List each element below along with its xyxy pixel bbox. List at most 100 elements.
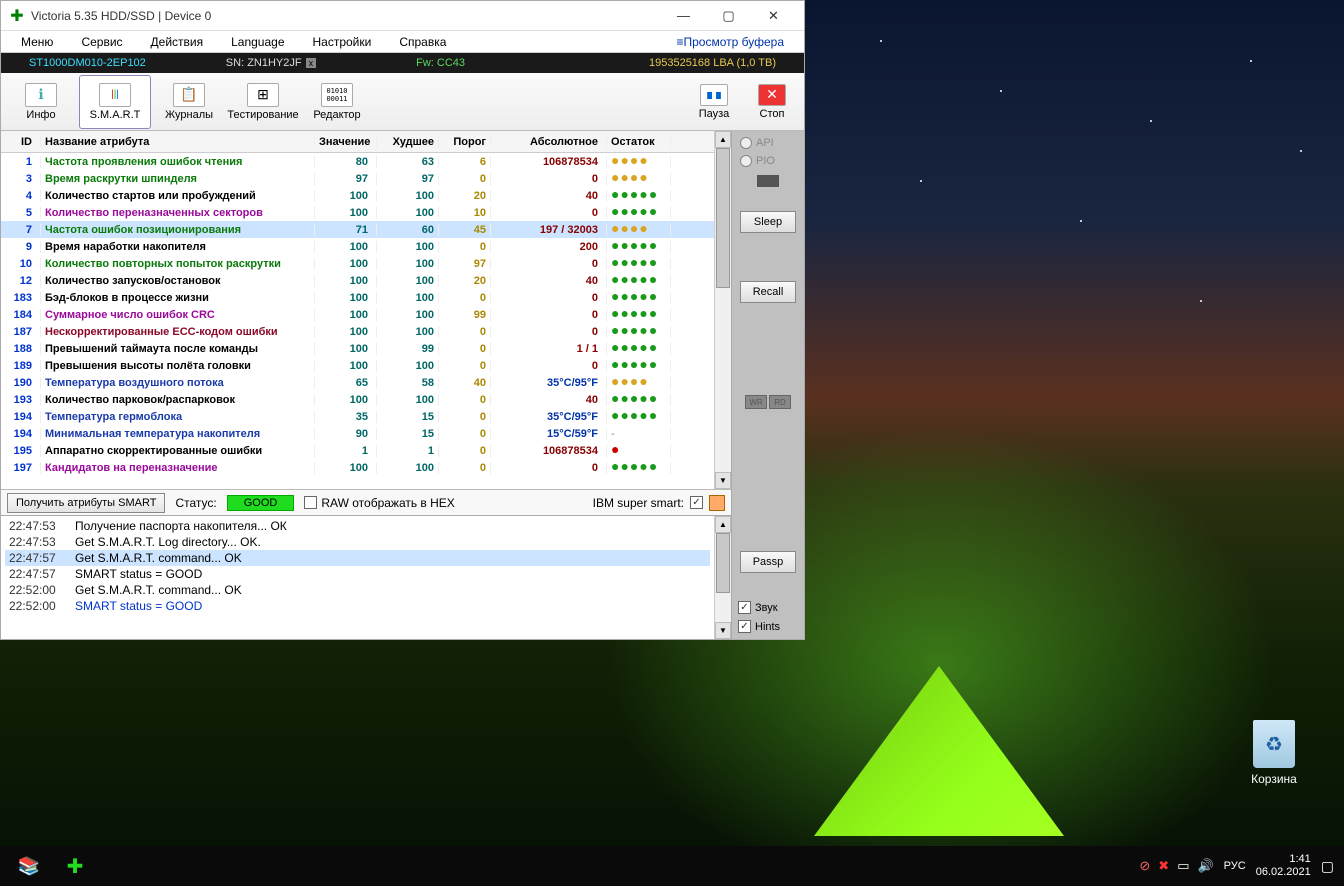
get-smart-button[interactable]: Получить атрибуты SMART [7, 493, 165, 513]
clock-date: 06.02.2021 [1256, 866, 1311, 879]
table-row[interactable]: 187Нескорректированные ECC-кодом ошибки1… [1, 323, 714, 340]
menu-service[interactable]: Сервис [67, 35, 136, 49]
table-row[interactable]: 5Количество переназначенных секторов1001… [1, 204, 714, 221]
table-row[interactable]: 10Количество повторных попыток раскрутки… [1, 255, 714, 272]
pause-button[interactable]: ∎∎ Пауза [686, 75, 742, 129]
stop-icon: ✕ [758, 84, 786, 106]
taskbar[interactable]: 📚 ✚ ⊘ ✖ ▭ 🔊 РУС 1:41 06.02.2021 ▢ [0, 846, 1344, 886]
window-title: Victoria 5.35 HDD/SSD | Device 0 [31, 9, 661, 23]
col-worst-header[interactable]: Худшее [377, 136, 439, 148]
ibm-color-box[interactable] [709, 495, 725, 511]
tab-journals[interactable]: 📋 Журналы [153, 75, 225, 129]
table-row[interactable]: 184Суммарное число ошибок CRC100100990●●… [1, 306, 714, 323]
menu-actions[interactable]: Действия [137, 35, 218, 49]
col-thresh-header[interactable]: Порог [439, 136, 491, 148]
clock-time: 1:41 [1256, 853, 1311, 866]
table-row[interactable]: 197Кандидатов на переназначение10010000●… [1, 459, 714, 476]
pio-radio[interactable]: PIO [736, 155, 800, 167]
menu-help[interactable]: Справка [385, 35, 460, 49]
table-row[interactable]: 3Время раскрутки шпинделя979700●●●● [1, 170, 714, 187]
activity-led [757, 175, 779, 187]
recycle-label: Корзина [1239, 772, 1309, 786]
maximize-button[interactable]: ▢ [706, 2, 751, 30]
recall-button[interactable]: Recall [740, 281, 796, 303]
wr-led: WR [745, 395, 767, 409]
stop-button[interactable]: ✕ Стоп [744, 75, 800, 129]
table-row[interactable]: 12Количество запусков/остановок100100204… [1, 272, 714, 289]
status-bar: Получить атрибуты SMART Статус: GOOD RAW… [1, 489, 731, 515]
col-health-header[interactable]: Остаток [607, 136, 671, 148]
table-row[interactable]: 194Температура гермоблока3515035°C/95°F●… [1, 408, 714, 425]
log-row[interactable]: 22:52:00Get S.M.A.R.T. command... OK [5, 582, 710, 598]
table-row[interactable]: 4Количество стартов или пробуждений10010… [1, 187, 714, 204]
ibm-checkbox[interactable]: ✓ [690, 496, 703, 509]
table-row[interactable]: 7Частота ошибок позиционирования71604519… [1, 221, 714, 238]
log-scroll-down-icon[interactable]: ▼ [715, 622, 731, 639]
close-button[interactable]: ✕ [751, 2, 796, 30]
titlebar[interactable]: ✚ Victoria 5.35 HDD/SSD | Device 0 — ▢ ✕ [1, 1, 804, 31]
table-row[interactable]: 1Частота проявления ошибок чтения8063610… [1, 153, 714, 170]
table-scrollbar[interactable]: ▲ ▼ [714, 131, 731, 489]
tray-network-icon[interactable]: ▭ [1177, 858, 1189, 874]
log-scroll-up-icon[interactable]: ▲ [715, 516, 731, 533]
log-row[interactable]: 22:47:53Получение паспорта накопителя...… [5, 518, 710, 534]
minimize-button[interactable]: — [661, 2, 706, 30]
table-row[interactable]: 190Температура воздушного потока65584035… [1, 374, 714, 391]
log-row[interactable]: 22:47:53Get S.M.A.R.T. Log directory... … [5, 534, 710, 550]
smart-table: ID Название атрибута Значение Худшее Пор… [1, 131, 714, 489]
table-row[interactable]: 193Количество парковок/распарковок100100… [1, 391, 714, 408]
recycle-bin[interactable]: ♻ Корзина [1239, 720, 1309, 786]
notifications-icon[interactable]: ▢ [1321, 858, 1334, 875]
device-model: ST1000DM010-2EP102 [9, 57, 166, 69]
menu-settings[interactable]: Настройки [299, 35, 386, 49]
log-row[interactable]: 22:47:57SMART status = GOOD [5, 566, 710, 582]
menu-buffer-view[interactable]: ≡ Просмотр буфера [662, 35, 798, 49]
col-name-header[interactable]: Название атрибута [41, 136, 315, 148]
hex-checkbox[interactable] [304, 496, 317, 509]
scroll-down-icon[interactable]: ▼ [715, 472, 731, 489]
tab-info[interactable]: ℹ Инфо [5, 75, 77, 129]
table-row[interactable]: 183Бэд-блоков в процессе жизни10010000●●… [1, 289, 714, 306]
tab-editor[interactable]: 0101000011 Редактор [301, 75, 373, 129]
hex-label: RAW отображать в HEX [321, 496, 454, 510]
table-row[interactable]: 188Превышений таймаута после команды1009… [1, 340, 714, 357]
device-firmware: Fw: CC43 [356, 57, 505, 69]
col-id-header[interactable]: ID [1, 136, 41, 148]
scroll-thumb[interactable] [716, 148, 730, 288]
toolbar: ℹ Инфо ||| S.M.A.R.T 📋 Журналы ⊞ Тестиро… [1, 73, 804, 131]
log-row[interactable]: 22:52:00SMART status = GOOD [5, 598, 710, 614]
tab-test[interactable]: ⊞ Тестирование [227, 75, 299, 129]
side-panel: API PIO Sleep Recall WR RD Passp ✓Звук ✓… [732, 131, 804, 639]
recycle-icon: ♻ [1253, 720, 1295, 768]
table-row[interactable]: 194Минимальная температура накопителя901… [1, 425, 714, 442]
taskbar-clock[interactable]: 1:41 06.02.2021 [1256, 853, 1311, 879]
tray-icon-2[interactable]: ✖ [1158, 858, 1169, 874]
tab-smart[interactable]: ||| S.M.A.R.T [79, 75, 151, 129]
taskbar-app-victoria[interactable]: ✚ [56, 847, 94, 885]
tray-icon-1[interactable]: ⊘ [1139, 858, 1150, 874]
passp-button[interactable]: Passp [740, 551, 796, 573]
menu-language[interactable]: Language [217, 35, 298, 49]
table-row[interactable]: 9Время наработки накопителя1001000200●●●… [1, 238, 714, 255]
table-row[interactable]: 189Превышения высоты полёта головки10010… [1, 357, 714, 374]
sleep-button[interactable]: Sleep [740, 211, 796, 233]
log-scroll-thumb[interactable] [716, 533, 730, 593]
taskbar-language[interactable]: РУС [1224, 860, 1246, 872]
system-tray[interactable]: ⊘ ✖ ▭ 🔊 [1139, 858, 1213, 874]
api-radio[interactable]: API [736, 137, 800, 149]
scroll-up-icon[interactable]: ▲ [715, 131, 731, 148]
table-row[interactable]: 195Аппаратно скорректированные ошибки110… [1, 442, 714, 459]
tray-volume-icon[interactable]: 🔊 [1197, 858, 1213, 874]
menu-main[interactable]: Меню [7, 35, 67, 49]
taskbar-app-winrar[interactable]: 📚 [10, 847, 48, 885]
col-value-header[interactable]: Значение [315, 136, 377, 148]
log-row[interactable]: 22:47:57Get S.M.A.R.T. command... OK [5, 550, 710, 566]
tab-editor-label: Редактор [313, 109, 360, 121]
log-scrollbar[interactable]: ▲ ▼ [714, 516, 731, 639]
col-abs-header[interactable]: Абсолютное [491, 136, 607, 148]
tab-smart-label: S.M.A.R.T [90, 109, 141, 121]
test-icon: ⊞ [247, 83, 279, 107]
sn-close-icon[interactable]: x [306, 58, 317, 68]
hints-checkbox-row[interactable]: ✓Hints [736, 620, 800, 633]
sound-checkbox-row[interactable]: ✓Звук [736, 601, 800, 614]
